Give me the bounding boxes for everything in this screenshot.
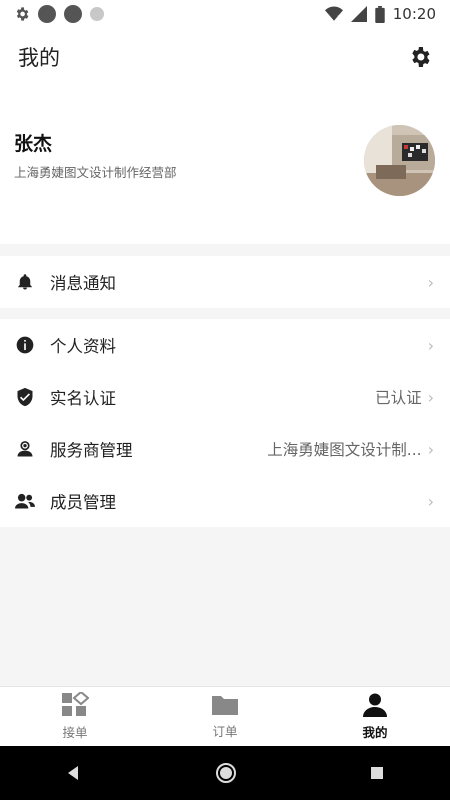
contact-person-icon: [14, 438, 36, 460]
shield-check-icon: [14, 386, 36, 408]
chevron-right-icon: ›: [427, 387, 434, 407]
system-navigation-bar: [0, 746, 450, 800]
app-header: 我的: [0, 28, 450, 86]
settings-notification-icon: [16, 7, 29, 21]
info-icon: [14, 334, 36, 356]
status-time: 10:20: [392, 5, 436, 23]
tab-accept-orders[interactable]: 接单: [0, 687, 150, 746]
recent-apps-icon[interactable]: [370, 766, 384, 780]
back-icon[interactable]: [66, 765, 82, 781]
menu-item-verification[interactable]: 实名认证 已认证 ›: [0, 371, 450, 423]
page-title: 我的: [18, 46, 60, 70]
tab-label: 我的: [362, 725, 388, 740]
avatar-photo-icon: [364, 125, 435, 196]
bottom-navigation: 接单 订单 我的: [0, 686, 450, 746]
status-notification-icons: [14, 5, 104, 23]
profile-card[interactable]: 张杰 上海勇婕图文设计制作经营部: [0, 86, 450, 244]
notification-dot-icon: [90, 7, 104, 21]
settings-button[interactable]: [406, 43, 434, 71]
user-name: 张杰: [14, 133, 53, 155]
verification-status: 已认证: [375, 389, 422, 407]
menu-item-label: 服务商管理: [50, 441, 133, 460]
status-system-icons: 10:20: [324, 5, 436, 23]
status-bar: 10:20: [0, 0, 450, 28]
avatar[interactable]: [364, 125, 435, 196]
menu-section-account: 个人资料 › 实名认证 已认证 › 服务商管理 上海勇婕图文设计制... › 成…: [0, 319, 450, 527]
menu-item-label: 实名认证: [50, 389, 116, 408]
wifi-icon: [324, 6, 343, 21]
menu-item-profile[interactable]: 个人资料 ›: [0, 319, 450, 371]
notification-dot-icon: [38, 5, 56, 23]
menu-item-label: 成员管理: [50, 493, 116, 512]
home-icon[interactable]: [215, 762, 237, 784]
menu-section-notifications: 消息通知 ›: [0, 256, 450, 308]
grid-apps-icon: [62, 692, 89, 716]
tab-label: 接单: [62, 725, 88, 740]
tab-mine[interactable]: 我的: [300, 687, 450, 746]
person-icon: [363, 693, 387, 717]
menu-item-label: 个人资料: [50, 337, 116, 356]
service-provider-value: 上海勇婕图文设计制...: [267, 441, 422, 459]
chevron-right-icon: ›: [427, 272, 434, 292]
menu-item-service-provider[interactable]: 服务商管理 上海勇婕图文设计制... ›: [0, 423, 450, 475]
group-icon: [14, 490, 36, 512]
signal-icon: [350, 6, 367, 22]
menu-item-label: 消息通知: [50, 274, 116, 293]
chevron-right-icon: ›: [427, 439, 434, 459]
menu-item-notifications[interactable]: 消息通知 ›: [0, 256, 450, 308]
battery-icon: [375, 5, 385, 23]
tab-label: 订单: [212, 724, 238, 739]
menu-item-members[interactable]: 成员管理 ›: [0, 475, 450, 527]
tab-orders[interactable]: 订单: [150, 687, 300, 746]
notification-dot-icon: [64, 5, 82, 23]
chevron-right-icon: ›: [427, 335, 434, 355]
folder-icon: [212, 696, 238, 715]
user-company: 上海勇婕图文设计制作经营部: [14, 165, 177, 180]
gear-icon: [412, 47, 430, 67]
bell-icon: [14, 271, 36, 293]
chevron-right-icon: ›: [427, 491, 434, 511]
